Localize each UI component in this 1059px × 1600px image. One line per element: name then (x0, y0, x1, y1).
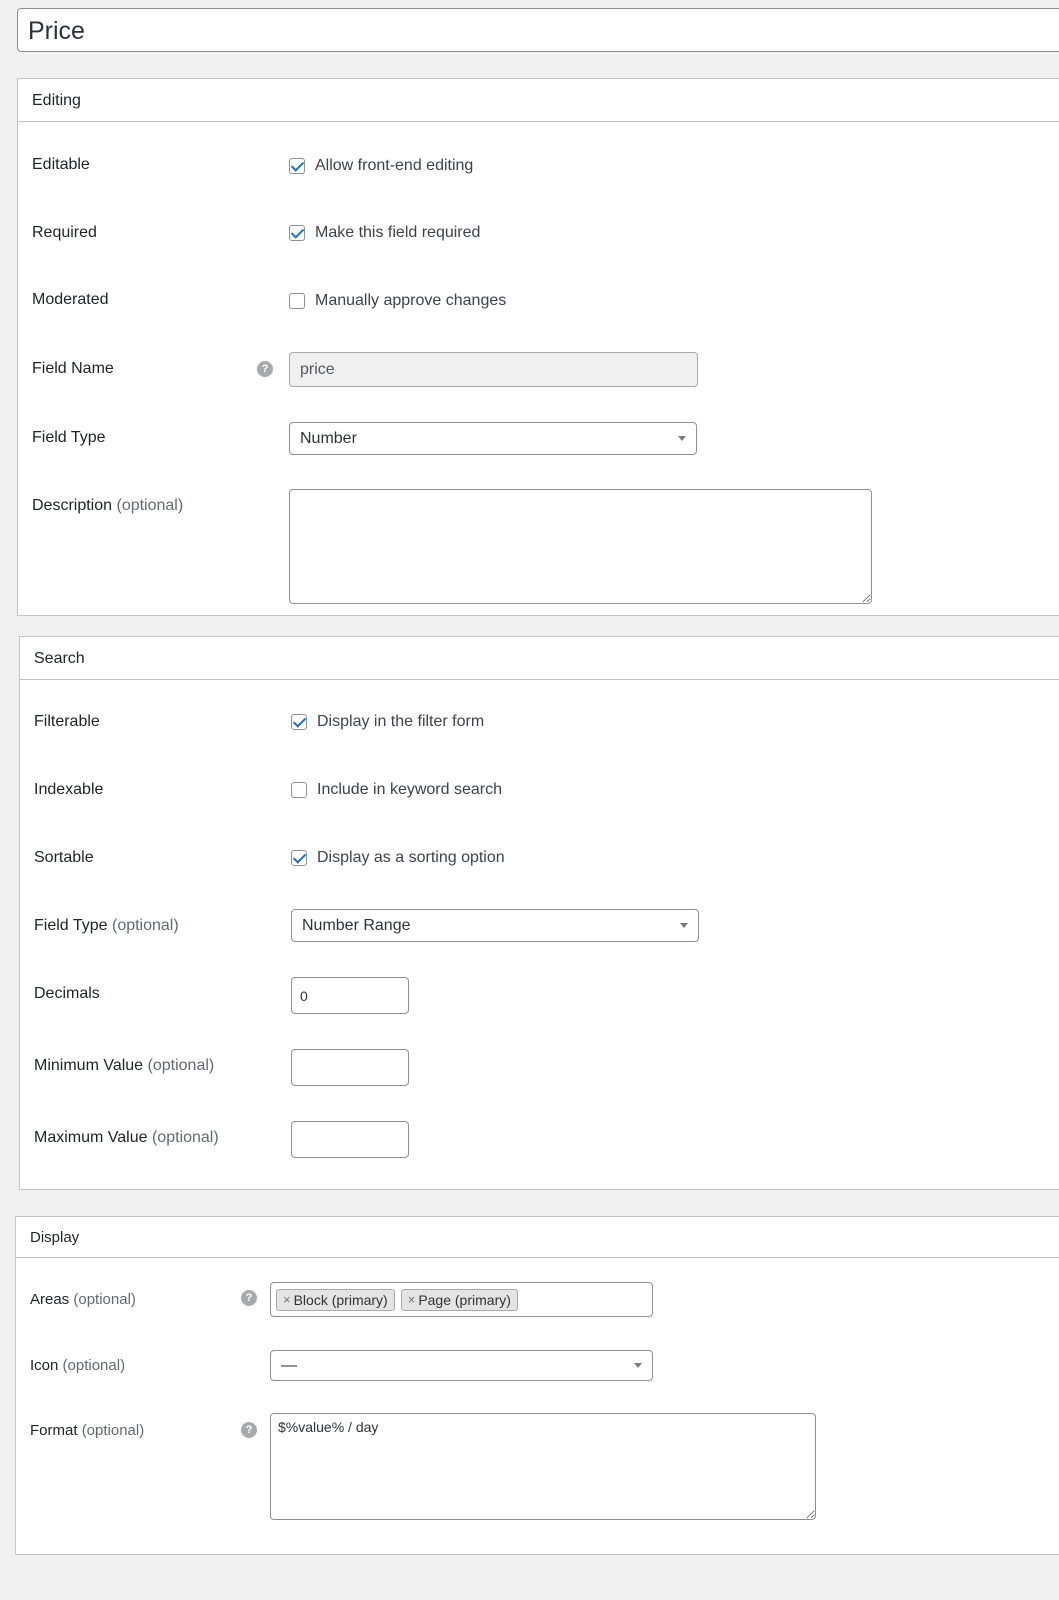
editable-checkbox[interactable] (289, 158, 305, 174)
max-value-label-text: Maximum Value (34, 1129, 148, 1146)
search-heading: Search (20, 637, 1059, 680)
format-label: Format (optional) (30, 1422, 144, 1439)
search-panel: Search Filterable Display in the filter … (19, 636, 1059, 1190)
description-optional: (optional) (116, 497, 184, 514)
format-help-icon[interactable]: ? (241, 1422, 257, 1438)
chevron-down-icon (634, 1362, 642, 1368)
icon-select-value: — (281, 1356, 297, 1374)
moderated-checkbox-label: Manually approve changes (315, 292, 507, 309)
sortable-checkbox-row[interactable]: Display as a sorting option (291, 849, 505, 867)
chevron-down-icon (680, 922, 688, 928)
display-heading: Display (16, 1217, 1059, 1258)
required-checkbox-row[interactable]: Make this field required (289, 224, 480, 242)
max-value-optional: (optional) (151, 1129, 219, 1146)
field-type-value: Number (300, 429, 357, 447)
indexable-label: Indexable (34, 781, 104, 798)
filterable-label: Filterable (34, 713, 100, 730)
areas-multiselect[interactable]: × Block (primary) × Page (primary) (270, 1282, 653, 1317)
required-label: Required (32, 224, 97, 241)
title-input[interactable]: Price (17, 8, 1059, 52)
icon-label-text: Icon (30, 1357, 59, 1374)
field-type-select[interactable]: Number (289, 422, 697, 455)
format-textarea[interactable]: $%value% / day (270, 1413, 816, 1520)
format-optional: (optional) (81, 1422, 145, 1439)
areas-optional: (optional) (73, 1291, 136, 1308)
min-value-label: Minimum Value (optional) (34, 1057, 214, 1075)
areas-help-icon[interactable]: ? (241, 1290, 257, 1306)
min-value-optional: (optional) (147, 1057, 215, 1074)
sortable-label: Sortable (34, 849, 94, 866)
decimals-label: Decimals (34, 985, 100, 1002)
areas-label: Areas (optional) (30, 1291, 136, 1308)
min-value-label-text: Minimum Value (34, 1057, 144, 1074)
editing-panel: Editing Editable Allow front-end editing… (17, 78, 1059, 616)
max-value-input[interactable] (291, 1121, 409, 1158)
description-label-text: Description (32, 497, 113, 514)
areas-label-text: Areas (30, 1291, 70, 1308)
field-name-input[interactable]: price (289, 352, 698, 387)
remove-chip-icon[interactable]: × (283, 1292, 291, 1307)
filterable-checkbox-row[interactable]: Display in the filter form (291, 713, 484, 731)
search-field-type-label-text: Field Type (34, 917, 108, 934)
editable-checkbox-label: Allow front-end editing (315, 157, 474, 174)
required-checkbox[interactable] (289, 225, 305, 241)
search-field-type-value: Number Range (302, 916, 411, 934)
chevron-down-icon (678, 435, 686, 441)
search-field-type-label: Field Type (optional) (34, 917, 179, 935)
area-chip-label: Page (primary) (418, 1291, 511, 1308)
description-textarea[interactable] (289, 489, 872, 604)
moderated-label: Moderated (32, 291, 109, 308)
search-field-type-select[interactable]: Number Range (291, 909, 699, 942)
area-chip-page[interactable]: × Page (primary) (400, 1288, 518, 1311)
icon-label: Icon (optional) (30, 1357, 125, 1374)
field-name-help-icon[interactable]: ? (257, 361, 273, 377)
max-value-label: Maximum Value (optional) (34, 1129, 219, 1147)
indexable-checkbox-row[interactable]: Include in keyword search (291, 781, 502, 799)
description-label: Description (optional) (32, 497, 183, 515)
area-chip-label: Block (primary) (293, 1291, 388, 1308)
indexable-checkbox[interactable] (291, 782, 307, 798)
search-field-type-optional: (optional) (111, 917, 179, 934)
decimals-input[interactable]: 0 (291, 977, 409, 1014)
field-name-label: Field Name (32, 360, 114, 377)
moderated-checkbox-row[interactable]: Manually approve changes (289, 292, 506, 310)
area-chip-block[interactable]: × Block (primary) (276, 1288, 395, 1311)
moderated-checkbox[interactable] (289, 293, 305, 309)
required-checkbox-label: Make this field required (315, 224, 481, 241)
icon-optional: (optional) (62, 1357, 126, 1374)
editing-heading: Editing (18, 79, 1059, 122)
icon-select[interactable]: — (270, 1350, 653, 1381)
format-label-text: Format (30, 1422, 78, 1439)
filterable-checkbox-label: Display in the filter form (317, 713, 485, 730)
indexable-checkbox-label: Include in keyword search (317, 781, 502, 798)
min-value-input[interactable] (291, 1049, 409, 1086)
remove-chip-icon[interactable]: × (408, 1292, 416, 1307)
editable-label: Editable (32, 156, 90, 173)
filterable-checkbox[interactable] (291, 714, 307, 730)
sortable-checkbox-label: Display as a sorting option (317, 849, 505, 866)
display-panel: Display Areas (optional) ? × Block (prim… (15, 1216, 1059, 1555)
editable-checkbox-row[interactable]: Allow front-end editing (289, 157, 473, 175)
sortable-checkbox[interactable] (291, 850, 307, 866)
field-type-label: Field Type (32, 429, 106, 446)
